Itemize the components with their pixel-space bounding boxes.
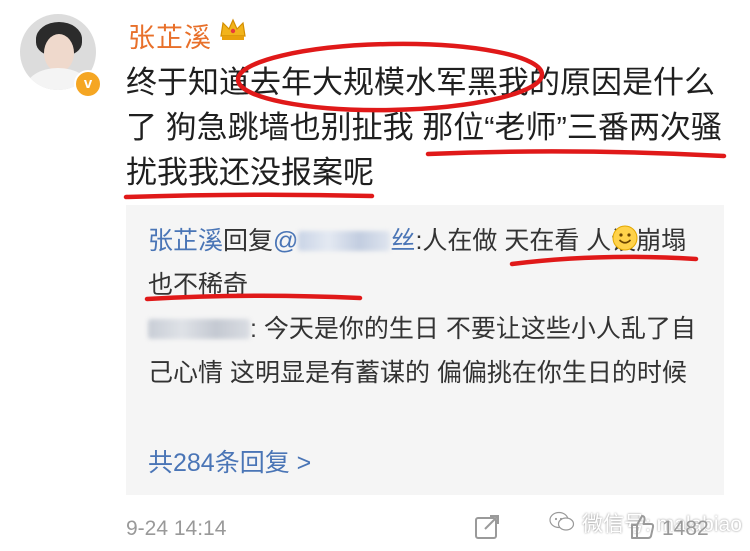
- like-count: 1482: [662, 517, 709, 540]
- post-username[interactable]: 张芷溪: [128, 16, 212, 55]
- blurred-username[interactable]: [148, 319, 250, 339]
- post-date: 9-24 14:14: [126, 517, 227, 540]
- smiley-emoji-icon: [612, 225, 638, 251]
- reply-mention[interactable]: @ 丝: [273, 227, 415, 255]
- share-icon[interactable]: [472, 512, 502, 542]
- replies-panel: 张芷溪回复@ 丝:人在做 天在看 人设崩塌也不稀奇 : 今天是你的生日 不要让这些…: [126, 205, 724, 495]
- reply-verb: 回复: [223, 227, 274, 255]
- wechat-logo-icon: [549, 511, 575, 531]
- like-icon[interactable]: [628, 513, 656, 541]
- verified-badge-icon: v: [74, 70, 102, 98]
- avatar-face: [44, 34, 74, 72]
- reply-author[interactable]: 张芷溪: [148, 227, 223, 255]
- reply-item: : 今天是你的生日 不要让这些小人乱了自己心情 这明显是有蓄谋的 偏偏挑在你生日…: [148, 307, 708, 395]
- crown-icon: [220, 18, 246, 40]
- more-replies-link[interactable]: 共284条回复 >: [148, 443, 311, 479]
- blurred-username: [298, 231, 391, 251]
- post-text: 终于知道去年大规模水军黑我的原因是什么了 狗急跳墙也别扯我 那位“老师”三番两次…: [126, 65, 722, 190]
- reply-separator: :: [250, 315, 264, 343]
- underline-mark: [123, 192, 375, 200]
